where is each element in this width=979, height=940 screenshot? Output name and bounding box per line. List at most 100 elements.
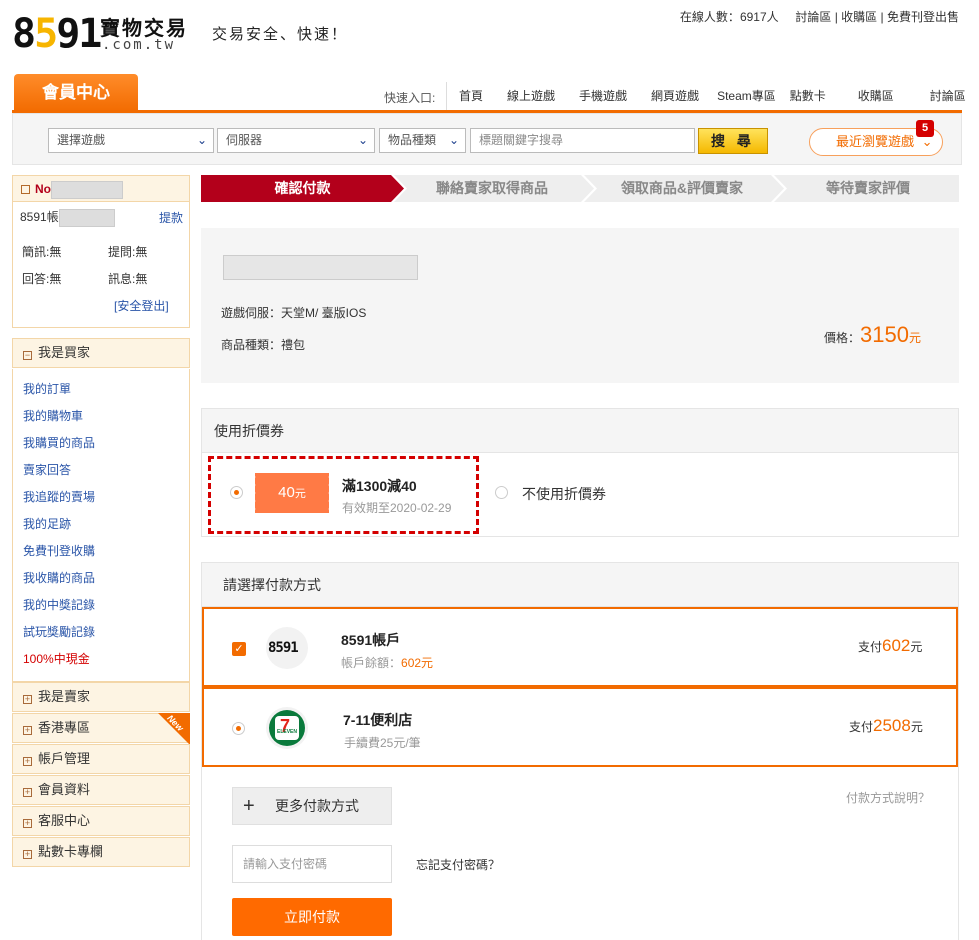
online-label: 在線人數： <box>679 10 740 24</box>
online-count: 6917 <box>739 10 767 24</box>
logo-711-text: ELEVEN <box>276 729 297 735</box>
711-method-name: 7-11便利店 <box>343 712 413 728</box>
logo-8591-icon: 8591 <box>266 627 308 669</box>
separator: | <box>880 10 884 24</box>
link-free-purchase-post[interactable]: 免費刊登收購 <box>23 542 95 559</box>
price-value: 3150 <box>860 322 909 347</box>
logo-8591-text: 8591 <box>268 640 299 656</box>
payment-option-account[interactable] <box>202 607 958 687</box>
top-link-purchase[interactable]: 收購區 <box>841 10 877 24</box>
server-label: 遊戲伺服： <box>221 306 282 320</box>
quick-nav-point-card[interactable]: 點數卡 <box>782 82 850 110</box>
quick-nav-online-games[interactable]: 線上遊戲 <box>495 82 567 110</box>
separator: | <box>834 10 838 24</box>
balance-label: 帳戶餘額： <box>341 656 402 670</box>
pay-unit: 元 <box>910 640 923 654</box>
account-label: 8591帳 <box>20 210 59 224</box>
user-header: No <box>13 176 189 202</box>
stat-messages[interactable]: 訊息:無 <box>108 270 147 287</box>
coupon-amount: 40 <box>278 484 295 501</box>
type-value: 禮包 <box>281 338 306 352</box>
checkbox-icon <box>21 185 30 195</box>
recent-count-badge: 5 <box>916 120 934 137</box>
plus-icon: + <box>243 795 255 817</box>
stat-questions[interactable]: 提問:無 <box>108 243 147 260</box>
logo-domain: .com.tw <box>102 37 176 53</box>
logo-number: 8591 <box>12 11 102 57</box>
item-type-select[interactable]: 物品種類 ⌄ <box>379 128 466 153</box>
link-seller-answers[interactable]: 賣家回答 <box>23 461 71 478</box>
game-select-value: 選擇遊戲 <box>57 133 106 147</box>
pay-value: 2508 <box>873 716 911 735</box>
pay-now-button[interactable]: 立即付款 <box>232 898 392 936</box>
quick-nav-mobile-games[interactable]: 手機遊戲 <box>567 82 639 110</box>
no-coupon-radio[interactable] <box>495 486 508 499</box>
payment-title: 請選擇付款方式 <box>202 563 958 607</box>
keyword-search-input[interactable]: 標題關鍵字搜尋 <box>470 128 695 153</box>
payment-password-input[interactable]: 請輸入支付密碼 <box>232 845 392 883</box>
top-link-forum[interactable]: 討論區 <box>795 10 831 24</box>
stat-answers[interactable]: 回答:無 <box>22 270 61 287</box>
redacted-username <box>51 180 123 199</box>
no-coupon-label[interactable]: 不使用折價券 <box>522 484 606 504</box>
expand-icon: + <box>23 787 32 797</box>
member-info-section-header[interactable]: + 會員資料 <box>12 775 190 805</box>
account-section-header[interactable]: + 帳戶管理 <box>12 744 190 774</box>
buyer-links: 我的訂單 我的購物車 我購買的商品 賣家回答 我追蹤的賣場 我的足跡 免費刊登收… <box>12 369 190 682</box>
section-title: 會員資料 <box>38 782 91 797</box>
link-winning-records[interactable]: 我的中獎記錄 <box>23 596 95 613</box>
711-fee: 手續費25元/筆 <box>344 736 421 750</box>
search-button[interactable]: 搜 尋 <box>698 128 768 154</box>
more-payment-methods-button[interactable]: + 更多付款方式 <box>232 787 392 825</box>
price-unit: 元 <box>908 331 921 345</box>
type-label: 商品種類： <box>221 338 282 352</box>
payment-option-711[interactable] <box>202 687 958 767</box>
site-logo[interactable]: 8591 <box>12 11 102 57</box>
link-trial-rewards[interactable]: 試玩獎勵記錄 <box>23 623 95 640</box>
top-link-free-post[interactable]: 免費刊登出售 <box>887 10 959 24</box>
chevron-down-icon: ⌄ <box>196 133 207 147</box>
product-type: 商品種類：禮包 <box>221 336 305 353</box>
stat-value: 無 <box>135 272 148 286</box>
stat-sms[interactable]: 簡訊:無 <box>22 243 61 260</box>
link-my-footprints[interactable]: 我的足跡 <box>23 515 71 532</box>
link-followed-shops[interactable]: 我追蹤的賣場 <box>23 488 95 505</box>
link-cash-prize[interactable]: 100%中現金 <box>23 650 90 667</box>
quick-nav-forum[interactable]: 討論區 <box>918 82 978 110</box>
price-label: 價格： <box>824 331 861 345</box>
section-title: 香港專區 <box>38 720 91 735</box>
logout-link[interactable]: [安全登出] <box>114 297 169 314</box>
step-contact-seller: 聯絡賣家取得商品 <box>436 180 548 196</box>
stat-value: 無 <box>135 245 148 259</box>
711-radio[interactable] <box>232 722 245 735</box>
quick-nav-purchase[interactable]: 收購區 <box>850 82 918 110</box>
seller-section-header[interactable]: + 我是賣家 <box>12 682 190 712</box>
server-select[interactable]: 伺服器 ⌄ <box>217 128 375 153</box>
member-center-tab[interactable]: 會員中心 <box>14 74 138 112</box>
quick-nav-home[interactable]: 首頁 <box>447 82 495 110</box>
quick-nav-web-games[interactable]: 網頁遊戲 <box>639 82 711 110</box>
step-confirm-payment: 確認付款 <box>274 180 331 196</box>
payment-help-link[interactable]: 付款方式說明？ <box>846 789 930 806</box>
account-checkbox[interactable]: ✓ <box>232 642 246 656</box>
pay-unit: 元 <box>910 720 923 734</box>
expand-icon: + <box>23 694 32 704</box>
online-unit: 人 <box>766 10 779 24</box>
link-my-purchases[interactable]: 我收購的商品 <box>23 569 95 586</box>
withdraw-link[interactable]: 提款 <box>159 209 183 226</box>
link-my-cart[interactable]: 我的購物車 <box>23 407 83 424</box>
quick-nav-steam[interactable]: Steam專區 <box>711 82 782 110</box>
coupon-amount-unit: 元 <box>294 488 306 500</box>
link-my-orders[interactable]: 我的訂單 <box>23 380 71 397</box>
coupon-radio[interactable] <box>230 486 243 499</box>
coupon-expiry: 有效期至2020-02-29 <box>342 501 452 515</box>
chevron-down-icon: ⌄ <box>357 133 368 147</box>
game-select[interactable]: 選擇遊戲 ⌄ <box>48 128 214 153</box>
redacted-product-title <box>223 255 418 280</box>
support-section-header[interactable]: + 客服中心 <box>12 806 190 836</box>
forgot-password-link[interactable]: 忘記支付密碼？ <box>416 856 500 873</box>
redacted-account <box>58 208 115 227</box>
link-bought-items[interactable]: 我購買的商品 <box>23 434 95 451</box>
point-card-section-header[interactable]: + 點數卡專欄 <box>12 837 190 867</box>
buyer-section-header[interactable]: − 我是買家 <box>12 338 190 368</box>
